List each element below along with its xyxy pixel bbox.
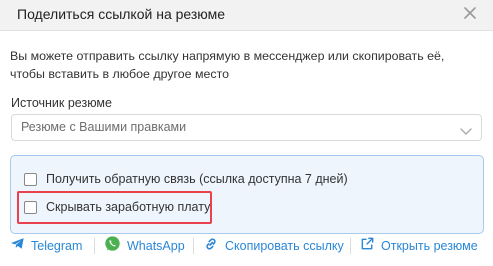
open-resume-button[interactable]: Открыть резюме <box>360 234 478 258</box>
copy-link-label: Скопировать ссылку <box>225 239 344 253</box>
copy-link-button[interactable]: Скопировать ссылку <box>203 234 344 258</box>
hide-salary-checkbox[interactable] <box>24 200 37 214</box>
open-resume-label: Открыть резюме <box>381 239 478 253</box>
whatsapp-button[interactable]: WhatsApp <box>104 234 185 258</box>
dialog-header: Поделиться ссылкой на резюме <box>0 0 493 31</box>
telegram-icon <box>10 236 25 256</box>
dialog-description: Вы можете отправить ссылку напрямую в ме… <box>10 49 445 81</box>
share-actions: Telegram WhatsApp Скопировать ссылку Отк… <box>0 234 493 258</box>
resume-source-select[interactable]: Резюме с Вашими правками <box>11 114 482 141</box>
resume-source-label: Источник резюме <box>11 96 112 110</box>
feedback-option[interactable]: Получить обратную связь (ссылка доступна… <box>24 172 348 186</box>
whatsapp-icon <box>104 235 121 257</box>
share-options-panel: Получить обратную связь (ссылка доступна… <box>10 155 484 234</box>
divider <box>94 238 95 254</box>
divider <box>193 238 194 254</box>
resume-source-value: Резюме с Вашими правками <box>21 120 187 134</box>
whatsapp-label: WhatsApp <box>127 239 185 253</box>
divider <box>350 238 351 254</box>
chevron-down-icon <box>460 123 472 135</box>
share-resume-dialog: Поделиться ссылкой на резюме Вы можете о… <box>0 0 493 266</box>
hide-salary-option[interactable]: Скрывать заработную плату <box>24 200 210 214</box>
external-link-icon <box>360 236 375 256</box>
dialog-title: Поделиться ссылкой на резюме <box>17 6 226 22</box>
feedback-option-label: Получить обратную связь (ссылка доступна… <box>46 172 348 186</box>
telegram-label: Telegram <box>31 239 83 253</box>
hide-salary-option-label: Скрывать заработную плату <box>46 200 211 214</box>
copy-link-icon <box>203 236 219 257</box>
telegram-button[interactable]: Telegram <box>10 234 82 258</box>
feedback-checkbox[interactable] <box>24 172 37 186</box>
close-icon[interactable] <box>461 4 479 22</box>
